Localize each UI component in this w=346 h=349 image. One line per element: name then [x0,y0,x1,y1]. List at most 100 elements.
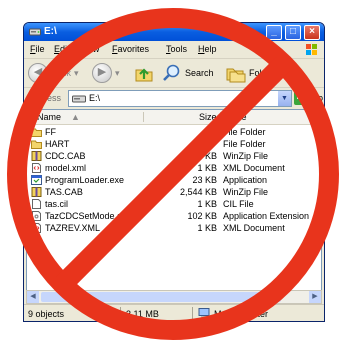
close-button[interactable]: × [304,25,320,40]
title-bar[interactable]: E:\ _ □ × [24,23,324,41]
address-bar: Address E:\ ▼ Go [24,88,324,108]
file-type: XML Document [223,223,285,233]
folders-icon [226,68,246,83]
column-divider[interactable] [143,112,144,122]
file-type: CIL File [223,199,254,209]
table-row[interactable]: ProgramLoader.exe 23 KB Application [27,174,321,186]
file-name: CDC.CAB [45,151,86,161]
folder-icon [31,128,42,137]
menu-favorites[interactable]: Favorites [112,44,149,54]
file-type: File Folder [223,127,266,137]
file-list: Name ▲ Size Type FF File Folder HART File F… [26,109,322,291]
drive-icon [72,95,86,103]
back-dropdown-icon: ▾ [74,67,79,78]
table-row[interactable]: TAS.CAB 2,544 KB WinZip File [27,186,321,198]
back-arrow-icon: ◀ [28,63,48,83]
go-button[interactable]: Go [294,91,323,105]
up-button[interactable] [134,62,154,84]
exe-icon [31,175,42,185]
file-size: 2,544 KB [179,187,217,197]
menu-view[interactable]: View [80,44,99,54]
search-label: Search [185,68,214,78]
column-name[interactable]: Name [37,112,61,122]
file-name: ProgramLoader.exe [45,175,125,185]
status-divider [192,307,193,320]
back-label: Back [51,68,72,78]
file-size: 1 KB [197,223,217,233]
status-location: My Computer [214,309,269,319]
table-row[interactable]: HART File Folder [27,138,321,150]
toolbar: ◀ Back ▾ ▶ ▾ Search Folders [24,59,324,88]
file-size: 23 KB [192,175,217,185]
menu-edit[interactable]: Edit [54,44,70,54]
table-row[interactable]: tas.cil 1 KB CIL File [27,198,321,210]
table-row[interactable]: FF File Folder [27,126,321,138]
scroll-right-icon[interactable]: ▶ [309,291,321,303]
file-name: TAZREV.XML [45,223,101,233]
table-row[interactable]: TazCDCSetMode.dll 102 KB Application Exten… [27,210,321,222]
xml-icon [32,163,41,173]
file-icon [32,199,41,209]
folder-up-icon [135,68,153,82]
address-input[interactable]: E:\ ▼ [68,90,292,107]
status-object-count: 9 objects [28,309,65,319]
folder-icon [31,140,42,149]
dll-icon [32,211,41,221]
xml-icon [32,223,41,233]
file-name: TAS.CAB [45,187,83,197]
file-name: TazCDCSetMode.dll [45,211,127,221]
sort-ascending-icon: ▲ [71,112,80,122]
forward-arrow-icon: ▶ [92,63,112,83]
file-name: model.xml [45,163,87,173]
folders-button[interactable]: Folders [226,62,279,84]
folders-label: Folders [249,68,280,78]
column-size[interactable]: Size [199,112,217,122]
back-button[interactable]: ◀ Back ▾ [28,62,79,84]
menu-bar: File Edit View Favorites Tools Help [24,41,324,59]
file-type: Application [223,175,268,185]
file-type: Application Extension [223,211,310,221]
go-arrow-icon [294,91,308,105]
table-row[interactable]: CDC.CAB 520 KB WinZip File [27,150,321,162]
file-name: HART [45,139,70,149]
file-name: FF [45,127,56,137]
file-size: 1 KB [197,163,217,173]
status-bar: 9 objects 3.11 MB My Computer [24,304,324,321]
column-type[interactable]: Type [227,112,247,122]
status-size: 3.11 MB [126,309,159,319]
table-row[interactable]: TAZREV.XML 1 KB XML Document [27,222,321,234]
table-row[interactable]: model.xml 1 KB XML Document [27,162,321,174]
menu-file[interactable]: File [30,44,45,54]
file-name: tas.cil [45,199,69,209]
status-divider [120,307,121,320]
file-type: File Folder [223,139,266,149]
minimize-button[interactable]: _ [266,25,282,40]
winzip-icon [31,151,42,161]
search-button[interactable]: Search [162,62,214,84]
file-type: WinZip File [223,151,269,161]
file-size: 102 KB [187,211,217,221]
explorer-window: E:\ _ □ × File Edit View Favorites Tools… [23,22,325,322]
column-divider[interactable] [220,112,221,122]
menu-help[interactable]: Help [198,44,217,54]
address-value: E:\ [89,93,101,103]
forward-dropdown-icon: ▾ [115,67,120,78]
go-label: Go [311,93,324,103]
winzip-icon [31,187,42,197]
forward-button[interactable]: ▶ ▾ [92,62,120,84]
column-header: Name ▲ Size Type [27,110,321,125]
windows-logo-icon [306,44,317,55]
scroll-left-icon[interactable]: ◀ [27,291,39,303]
file-type: XML Document [223,163,285,173]
file-size: 520 KB [187,151,217,161]
scroll-thumb[interactable] [41,292,281,302]
menu-tools[interactable]: Tools [166,44,187,54]
maximize-button[interactable]: □ [285,25,301,40]
horizontal-scrollbar[interactable]: ◀ ▶ [26,290,322,304]
address-label: Address [28,93,62,103]
my-computer-icon [198,308,210,318]
drive-icon [29,28,41,36]
search-icon [163,64,180,81]
window-title: E:\ [44,26,57,37]
address-dropdown-icon[interactable]: ▼ [278,91,291,106]
